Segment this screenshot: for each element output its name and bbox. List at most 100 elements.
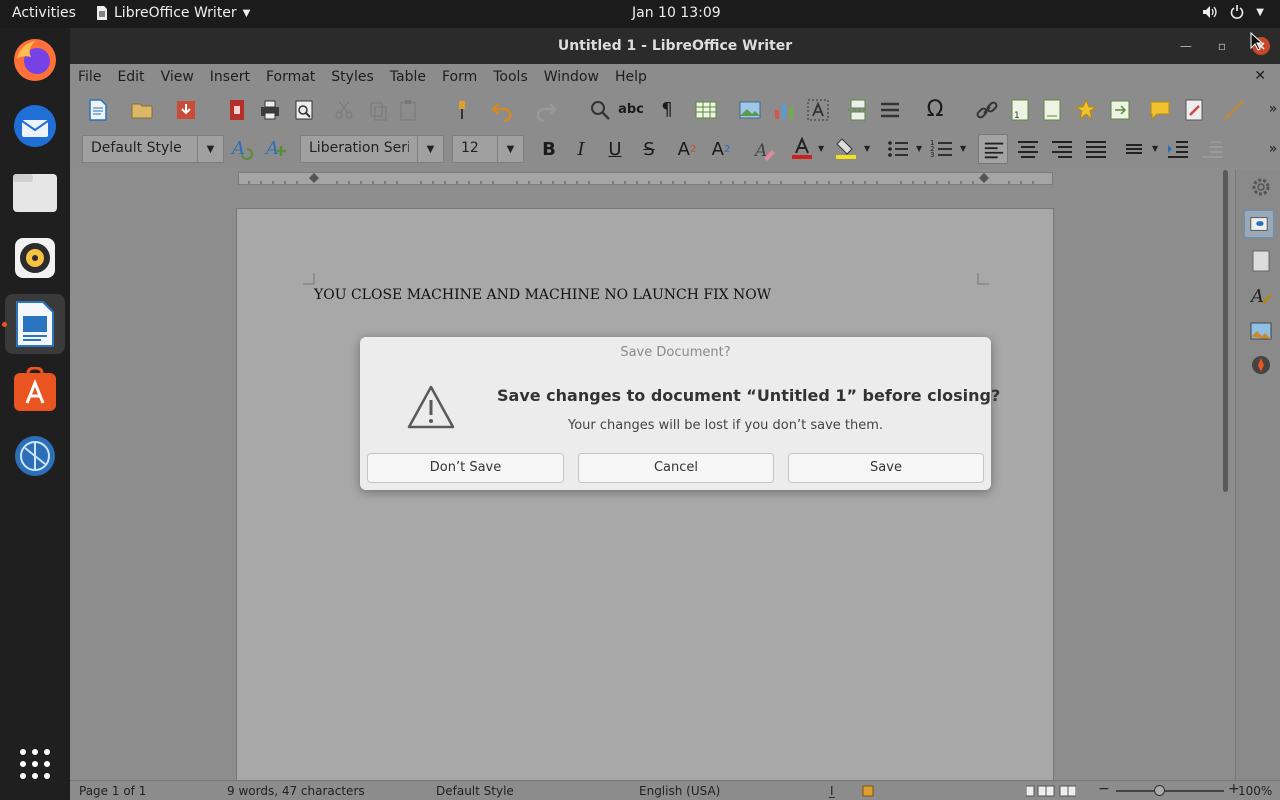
italic-icon[interactable]: I — [568, 136, 594, 162]
menu-format[interactable]: Format — [266, 69, 315, 85]
close-document-icon[interactable]: ✕ — [1254, 68, 1266, 84]
undo-icon[interactable] — [490, 98, 514, 122]
horizontal-ruler[interactable] — [238, 172, 1053, 185]
save-icon[interactable] — [174, 98, 198, 122]
font-size-select[interactable]: 12 ▼ — [452, 135, 524, 163]
scrollbar-thumb[interactable] — [1223, 170, 1228, 492]
bookmark-icon[interactable] — [1074, 98, 1098, 122]
document-modified-icon[interactable] — [862, 785, 874, 797]
menu-insert[interactable]: Insert — [210, 69, 250, 85]
insert-page-break-icon[interactable] — [846, 98, 870, 122]
zoom-slider[interactable] — [1116, 790, 1224, 792]
insert-endnote-icon[interactable] — [1040, 98, 1064, 122]
page-icon[interactable] — [1250, 250, 1272, 272]
insert-footnote-icon[interactable]: 1 — [1008, 98, 1032, 122]
dock-ubuntu-software[interactable] — [5, 360, 65, 420]
activities-button[interactable]: Activities — [12, 5, 76, 21]
more-options-icon[interactable]: » — [1260, 96, 1280, 122]
open-folder-icon[interactable] — [130, 98, 154, 122]
insert-field-icon[interactable] — [878, 98, 902, 122]
zoom-slider-handle[interactable] — [1154, 785, 1165, 796]
formatting-marks-icon[interactable]: ¶ — [654, 96, 680, 122]
save-button[interactable]: Save — [788, 453, 984, 483]
dock-thunderbird[interactable] — [5, 96, 65, 156]
show-applications-button[interactable] — [5, 734, 65, 794]
view-layout-icon[interactable] — [1026, 785, 1076, 797]
menu-window[interactable]: Window — [544, 69, 599, 85]
find-replace-icon[interactable] — [588, 98, 612, 122]
chevron-down-icon[interactable]: ▼ — [818, 144, 824, 153]
minimize-icon[interactable]: — — [1180, 28, 1192, 64]
text-cursor-icon[interactable]: I̲ — [830, 784, 834, 798]
bold-icon[interactable]: B — [536, 136, 562, 162]
properties-tab[interactable] — [1244, 210, 1274, 238]
dock-libreoffice-writer[interactable] — [5, 294, 65, 354]
menu-help[interactable]: Help — [615, 69, 647, 85]
special-character-icon[interactable]: Ω — [922, 96, 948, 122]
increase-indent-icon[interactable] — [1166, 137, 1190, 161]
new-document-icon[interactable] — [86, 98, 110, 122]
page-count[interactable]: Page 1 of 1 — [79, 784, 146, 798]
comment-icon[interactable] — [1148, 98, 1172, 122]
language[interactable]: English (USA) — [639, 784, 720, 798]
system-tray[interactable]: ▼ — [1202, 5, 1264, 19]
dock-settings[interactable] — [5, 426, 65, 486]
menu-table[interactable]: Table — [390, 69, 426, 85]
font-name-select[interactable]: Liberation Serif ▼ — [300, 135, 444, 163]
insert-table-icon[interactable] — [694, 98, 718, 122]
print-icon[interactable] — [258, 98, 282, 122]
clock[interactable]: Jan 10 13:09 — [632, 5, 721, 21]
cross-reference-icon[interactable] — [1108, 98, 1132, 122]
insert-text-box-icon[interactable] — [806, 98, 830, 122]
chevron-down-icon[interactable]: ▼ — [197, 136, 223, 162]
paragraph-style-select[interactable]: Default Style ▼ — [82, 135, 224, 163]
clear-formatting-icon[interactable]: A — [752, 138, 776, 162]
chevron-down-icon[interactable]: ▼ — [417, 136, 443, 162]
print-preview-icon[interactable] — [292, 98, 316, 122]
zoom-level[interactable]: 100% — [1238, 784, 1272, 798]
new-style-icon[interactable]: A — [264, 136, 288, 160]
window-titlebar[interactable]: Untitled 1 - LibreOffice Writer — ▫ — [70, 28, 1280, 64]
chevron-down-icon[interactable]: ▼ — [497, 136, 523, 162]
menu-view[interactable]: View — [161, 69, 194, 85]
line-icon[interactable] — [1222, 98, 1246, 122]
dock-files[interactable] — [5, 162, 65, 222]
menu-file[interactable]: File — [78, 69, 101, 85]
strikethrough-icon[interactable]: S — [636, 136, 662, 162]
gallery-icon[interactable] — [1250, 320, 1272, 342]
page-style[interactable]: Default Style — [436, 784, 514, 798]
menu-form[interactable]: Form — [442, 69, 477, 85]
word-count[interactable]: 9 words, 47 characters — [227, 784, 365, 798]
dock-firefox[interactable] — [5, 30, 65, 90]
document-page[interactable]: YOU CLOSE MACHINE AND MACHINE NO LAUNCH … — [236, 208, 1054, 800]
styles-icon[interactable]: A — [1250, 284, 1272, 306]
vertical-scrollbar[interactable] — [1220, 170, 1230, 780]
insert-image-icon[interactable] — [738, 98, 762, 122]
highlighting-icon[interactable] — [834, 136, 858, 160]
app-menu[interactable]: LibreOffice Writer ▼ — [96, 5, 250, 21]
cancel-button[interactable]: Cancel — [578, 453, 774, 483]
document-text[interactable]: YOU CLOSE MACHINE AND MACHINE NO LAUNCH … — [314, 287, 771, 303]
insert-chart-icon[interactable] — [772, 98, 796, 122]
align-center-icon[interactable] — [1016, 137, 1040, 161]
hyperlink-icon[interactable] — [975, 98, 999, 122]
font-color-icon[interactable] — [790, 136, 814, 160]
track-changes-icon[interactable] — [1182, 98, 1206, 122]
more-options-icon[interactable]: » — [1260, 136, 1280, 162]
align-left-button[interactable] — [978, 134, 1008, 164]
dont-save-button[interactable]: Don’t Save — [367, 453, 564, 483]
spelling-icon[interactable]: abc — [618, 96, 644, 122]
zoom-out-icon[interactable]: − — [1098, 781, 1110, 797]
export-pdf-icon[interactable] — [225, 98, 249, 122]
chevron-down-icon[interactable]: ▼ — [916, 144, 922, 153]
maximize-icon[interactable]: ▫ — [1218, 28, 1226, 64]
gear-icon[interactable] — [1250, 176, 1272, 198]
bullet-list-icon[interactable] — [886, 137, 910, 161]
clone-formatting-icon[interactable] — [450, 98, 474, 122]
menu-edit[interactable]: Edit — [117, 69, 144, 85]
justify-icon[interactable] — [1084, 137, 1108, 161]
dock-rhythmbox[interactable] — [5, 228, 65, 288]
numbered-list-icon[interactable]: 123 — [930, 137, 954, 161]
underline-icon[interactable]: U — [602, 136, 628, 162]
chevron-down-icon[interactable]: ▼ — [864, 144, 870, 153]
